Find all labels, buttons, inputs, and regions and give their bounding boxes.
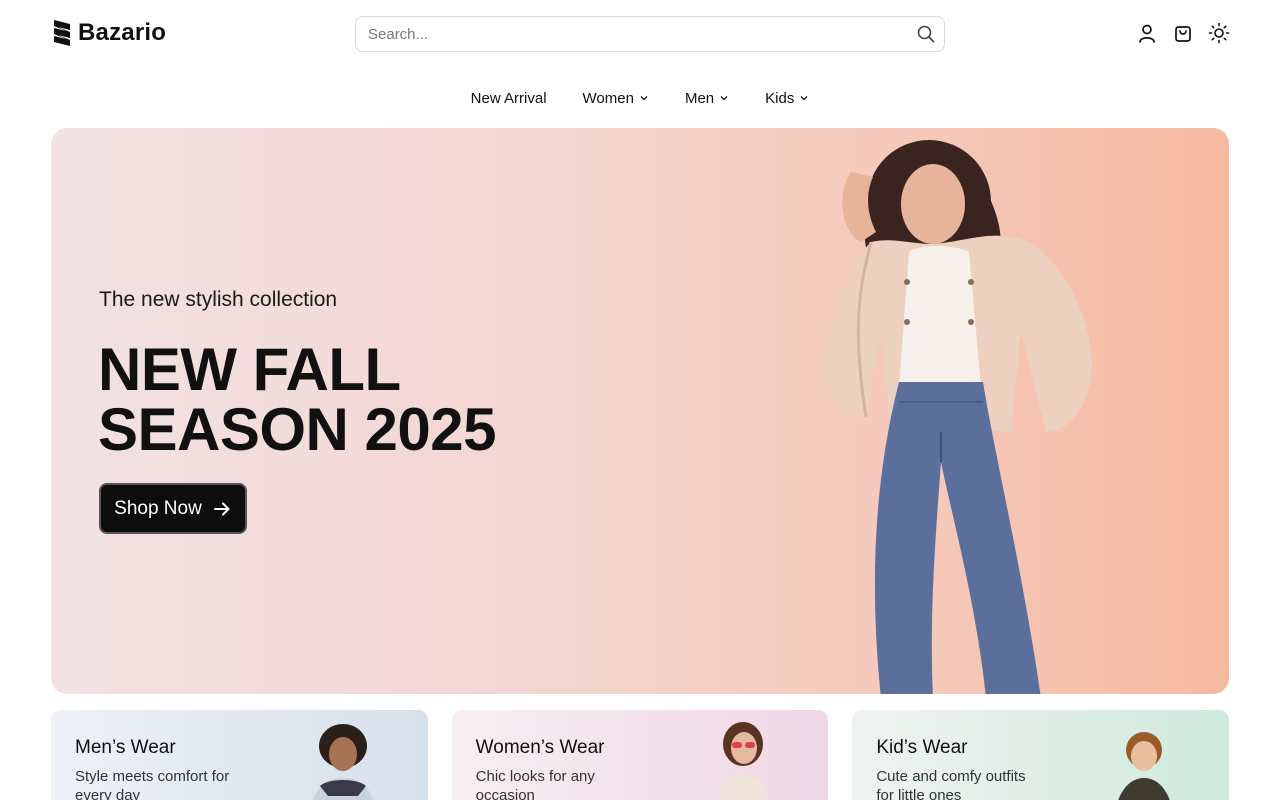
hero-title-line1: NEW FALL	[98, 336, 401, 403]
nav-item-label: New Arrival	[470, 89, 547, 107]
kid-model-image	[1118, 732, 1170, 800]
chevron-down-icon	[720, 96, 728, 101]
shop-now-button[interactable]: Shop Now	[99, 483, 247, 534]
user-icon[interactable]	[1136, 22, 1158, 44]
hero-banner: The new stylish collection NEW FALL SEAS…	[51, 128, 1229, 694]
category-cards: Men’s Wear Style meets comfort for every…	[51, 710, 1230, 800]
cart-icon[interactable]	[1172, 22, 1194, 44]
card-description: Cute and comfy outfits for little ones	[876, 768, 1026, 800]
category-card-kids[interactable]: Kid’s Wear Cute and comfy outfits for li…	[852, 710, 1230, 800]
brand-logo[interactable]: Bazario	[52, 16, 166, 50]
header-actions	[1136, 22, 1230, 44]
sun-icon[interactable]	[1208, 22, 1230, 44]
chevron-down-icon	[800, 96, 808, 101]
chevron-down-icon	[640, 96, 648, 101]
hero-title: NEW FALL SEASON 2025	[98, 336, 497, 463]
category-card-women[interactable]: Women’s Wear Chic looks for any occasion	[451, 710, 829, 800]
hero-subtitle: The new stylish collection	[99, 288, 338, 311]
main-nav: New Arrival Women Men Kids	[0, 86, 1280, 110]
search-input[interactable]	[356, 17, 896, 51]
header: Bazario	[0, 0, 1280, 68]
card-description: Chic looks for any occasion	[475, 768, 595, 800]
card-description: Style meets comfort for every day	[75, 768, 230, 800]
search-icon[interactable]	[916, 24, 936, 44]
nav-item-women[interactable]: Women	[583, 86, 649, 110]
card-title: Women’s Wear	[475, 737, 605, 758]
nav-item-label: Women	[582, 89, 634, 107]
shop-now-label: Shop Now	[114, 497, 202, 519]
nav-item-label: Kids	[765, 89, 795, 107]
card-title: Men’s Wear	[75, 737, 176, 758]
nav-item-new-arrival[interactable]: New Arrival	[471, 86, 547, 110]
search-bar	[355, 16, 945, 52]
hero-title-line2: SEASON 2025	[98, 396, 497, 463]
women-model-image	[716, 722, 771, 800]
hero-model-image	[825, 140, 1092, 694]
card-title: Kid’s Wear	[876, 737, 968, 758]
nav-item-kids[interactable]: Kids	[765, 86, 809, 110]
brand-name: Bazario	[78, 19, 167, 46]
category-card-men[interactable]: Men’s Wear Style meets comfort for every…	[51, 710, 428, 800]
logo-icon	[54, 20, 70, 46]
men-model-image	[312, 724, 373, 800]
arrow-right-icon	[213, 502, 230, 515]
nav-item-label: Men	[684, 89, 715, 107]
nav-item-men[interactable]: Men	[685, 86, 729, 110]
